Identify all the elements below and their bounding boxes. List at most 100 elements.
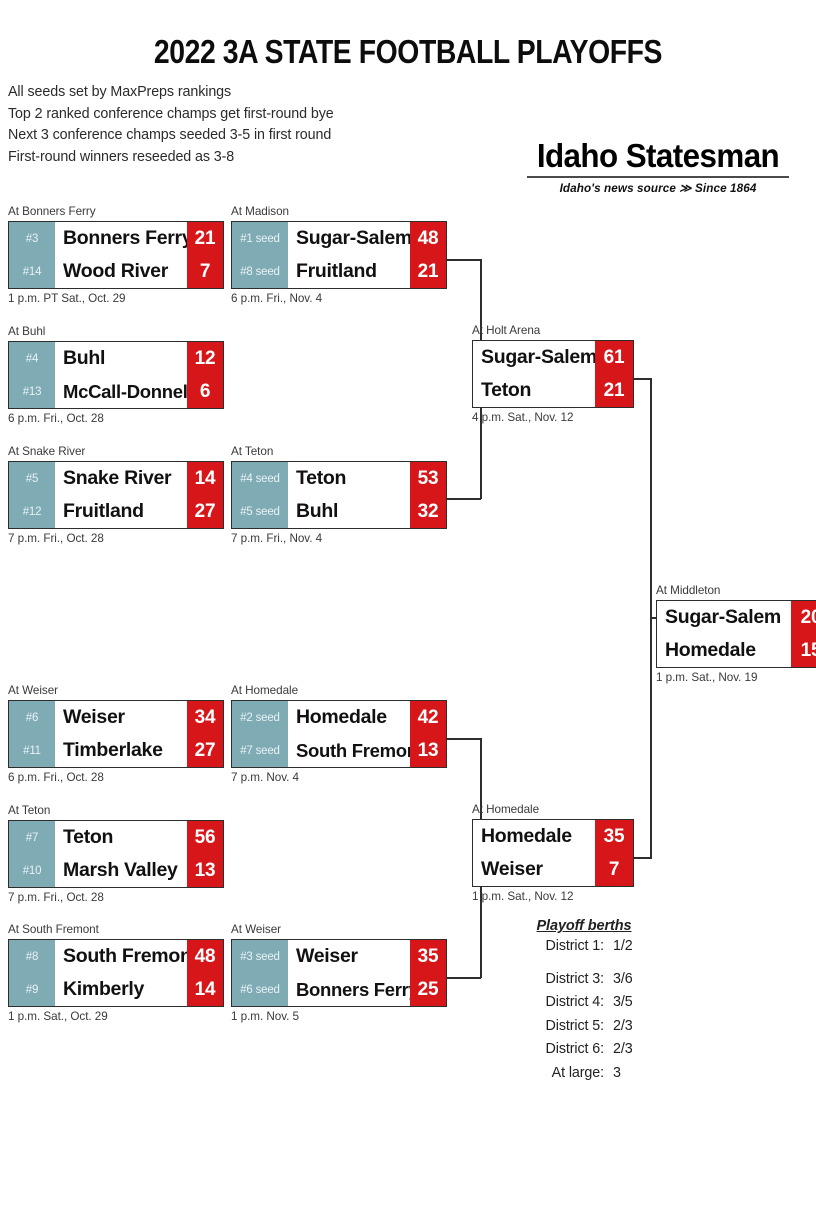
game-box[interactable]: #4 #13 Buhl McCall-Donnelly 12 6: [8, 341, 224, 409]
seed-label: #12: [22, 505, 42, 518]
berth-label: District 3:: [545, 970, 605, 987]
connector-line: [447, 259, 481, 261]
seed-label: #5: [25, 472, 39, 485]
berth-label: District 5:: [545, 1017, 605, 1034]
team-column: Sugar-Salem Homedale: [657, 601, 791, 667]
berth-row: District 1: 1/2: [474, 935, 694, 959]
team-name: Timberlake: [63, 739, 163, 761]
venue-label: At Holt Arena: [472, 324, 541, 337]
seed-label: #7 seed: [240, 744, 280, 757]
berth-row: District 4: 3/5: [474, 991, 694, 1015]
seed-label: #4 seed: [240, 472, 280, 485]
berth-row: District 3: 3/6: [474, 968, 694, 992]
team-name: Snake River: [63, 467, 172, 489]
game-box[interactable]: #3 seed #6 seed Weiser Bonners Ferry 35 …: [231, 939, 447, 1007]
masthead-name: Idaho Statesman: [536, 137, 780, 174]
team-name: Weiser: [296, 945, 358, 967]
berth-row: District 5: 2/3: [474, 1015, 694, 1039]
team-score: 7: [199, 260, 211, 282]
team-name: Teton: [296, 467, 347, 489]
game-time: 6 p.m. Fri., Oct. 28: [8, 771, 104, 784]
berth-label: District 6:: [545, 1041, 605, 1057]
berth-label: At large:: [551, 1064, 604, 1081]
berth-value: 3: [613, 1064, 621, 1081]
team-score: 61: [603, 346, 625, 368]
game-box[interactable]: Homedale Weiser 35 7: [472, 819, 634, 887]
team-score: 48: [417, 227, 439, 249]
team-score: 6: [199, 380, 211, 402]
matchup-r2-4[interactable]: At Weiser #3 seed #6 seed Weiser Bonners…: [231, 923, 447, 1024]
game-time: 7 p.m. Nov. 4: [231, 771, 299, 784]
seed-column: #3 #14: [9, 222, 55, 288]
game-box[interactable]: #5 #12 Snake River Fruitland 14 27: [8, 461, 224, 529]
team-score: 13: [417, 739, 439, 761]
team-score: 12: [194, 347, 216, 369]
game-time: 1 p.m. Nov. 5: [231, 1010, 299, 1023]
game-box[interactable]: #7 #10 Teton Marsh Valley 56 13: [8, 820, 224, 888]
venue-label: At Buhl: [8, 325, 46, 338]
team-name: Bonners Ferry: [63, 227, 187, 249]
score-column: 53 32: [410, 462, 446, 528]
seed-column: #3 seed #6 seed: [232, 940, 288, 1006]
matchup-r1-5[interactable]: At Teton #7 #10 Teton Marsh Valley 56 13…: [8, 804, 224, 905]
venue-label: At Homedale: [231, 684, 299, 697]
matchup-r2-2[interactable]: At Teton #4 seed #5 seed Teton Buhl 53 3…: [231, 445, 447, 546]
matchup-semifinal-2[interactable]: At Homedale Homedale Weiser 35 7 1 p.m. …: [472, 803, 634, 904]
game-box[interactable]: Sugar-Salem Teton 61 21: [472, 340, 634, 408]
score-column: 56 13: [187, 821, 223, 887]
team-name: Sugar-Salem: [481, 346, 595, 368]
seed-label: #11: [23, 744, 41, 757]
team-score: 48: [194, 945, 216, 967]
game-time: 7 p.m. Fri., Oct. 28: [8, 532, 104, 545]
berth-row: At large: 3: [474, 1062, 694, 1086]
venue-label: At Weiser: [231, 923, 281, 936]
seed-column: #1 seed #8 seed: [232, 222, 288, 288]
seed-label: #6: [25, 711, 39, 724]
team-name: Sugar-Salem: [665, 606, 781, 628]
matchup-r2-1[interactable]: At Madison #1 seed #8 seed Sugar-Salem F…: [231, 205, 447, 306]
connector-line: [447, 738, 481, 740]
team-score: 25: [417, 978, 439, 1000]
team-score: 14: [194, 467, 216, 489]
matchup-semifinal-1[interactable]: At Holt Arena Sugar-Salem Teton 61 21 4 …: [472, 324, 634, 425]
matchup-r1-3[interactable]: At Snake River #5 #12 Snake River Fruitl…: [8, 445, 224, 546]
matchup-r1-4[interactable]: At Weiser #6 #11 Weiser Timberlake 34 27…: [8, 684, 224, 785]
berth-value: 2/3: [613, 1041, 633, 1057]
score-column: 48 21: [410, 222, 446, 288]
game-box[interactable]: #8 #9 South Fremont Kimberly 48 14: [8, 939, 224, 1007]
team-column: South Fremont Kimberly: [55, 940, 187, 1006]
team-score: 27: [194, 500, 216, 522]
matchup-r1-6[interactable]: At South Fremont #8 #9 South Fremont Kim…: [8, 923, 224, 1024]
rules-note-line: Next 3 conference champs seeded 3-5 in f…: [8, 127, 332, 143]
team-score: 21: [603, 379, 625, 401]
game-box[interactable]: #6 #11 Weiser Timberlake 34 27: [8, 700, 224, 768]
matchup-r1-1[interactable]: At Bonners Ferry #3 #14 Bonners Ferry Wo…: [8, 205, 224, 306]
team-name: Marsh Valley: [63, 859, 178, 881]
game-box[interactable]: #1 seed #8 seed Sugar-Salem Fruitland 48…: [231, 221, 447, 289]
game-box[interactable]: Sugar-Salem Homedale 20 15: [656, 600, 816, 668]
game-time: 6 p.m. Fri., Nov. 4: [231, 292, 323, 305]
berth-value: 1/2: [613, 938, 633, 954]
playoff-berths-title: Playoff berths: [536, 918, 632, 934]
matchup-final[interactable]: At Middleton Sugar-Salem Homedale 20 15 …: [656, 584, 816, 685]
seed-column: #4 #13: [9, 342, 55, 408]
idaho-statesman-logo: Idaho Statesman Idaho's news source ≫ Si…: [527, 139, 789, 195]
game-time: 7 p.m. Fri., Oct. 28: [8, 891, 104, 904]
game-box[interactable]: #4 seed #5 seed Teton Buhl 53 32: [231, 461, 447, 529]
matchup-r2-3[interactable]: At Homedale #2 seed #7 seed Homedale Sou…: [231, 684, 447, 785]
venue-label: At Weiser: [8, 684, 58, 697]
venue-label: At South Fremont: [8, 923, 99, 936]
team-score: 21: [417, 260, 439, 282]
game-time: 1 p.m. Sat., Nov. 12: [472, 890, 574, 903]
game-box[interactable]: #3 #14 Bonners Ferry Wood River 21 7: [8, 221, 224, 289]
matchup-r1-2[interactable]: At Buhl #4 #13 Buhl McCall-Donnelly 12 6…: [8, 325, 224, 426]
venue-label: At Bonners Ferry: [8, 205, 96, 218]
team-name: Buhl: [296, 500, 339, 522]
team-score: 7: [608, 858, 620, 880]
team-score: 27: [194, 739, 216, 761]
game-box[interactable]: #2 seed #7 seed Homedale South Fremont 4…: [231, 700, 447, 768]
team-name: McCall-Donnelly: [63, 380, 187, 402]
seed-label: #5 seed: [240, 505, 280, 518]
team-name: Buhl: [63, 347, 106, 369]
team-score: 15: [800, 639, 816, 661]
